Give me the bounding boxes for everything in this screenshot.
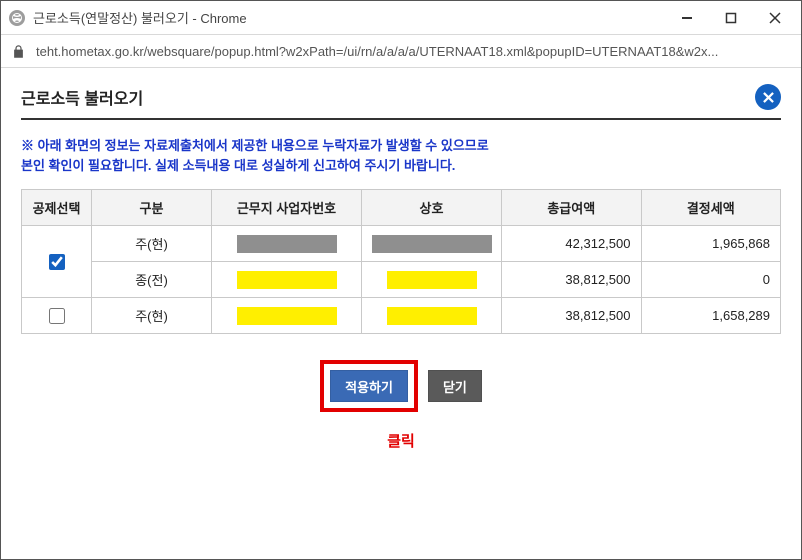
select-checkbox[interactable] (49, 308, 65, 324)
cell-pay: 38,812,500 (502, 262, 642, 298)
th-biz-no: 근무지 사업자번호 (212, 190, 362, 226)
cell-biz-no (212, 226, 362, 262)
window-title: 근로소득(연말정산) 불러오기 - Chrome (33, 8, 247, 27)
th-select: 공제선택 (22, 190, 92, 226)
th-pay: 총급여액 (502, 190, 642, 226)
cell-type: 종(전) (92, 262, 212, 298)
window-controls (665, 3, 797, 33)
click-annotation: 클릭 (21, 430, 781, 451)
cell-name (362, 262, 502, 298)
window-close-button[interactable] (753, 3, 797, 33)
footer-buttons: 적용하기 닫기 (21, 360, 781, 412)
cell-pay: 38,812,500 (502, 298, 642, 334)
masked-value (387, 271, 477, 289)
cell-tax: 0 (641, 262, 781, 298)
cell-tax: 1,965,868 (641, 226, 781, 262)
masked-value (237, 307, 337, 325)
window-minimize-button[interactable] (665, 3, 709, 33)
page-header: 근로소득 불러오기 (21, 84, 781, 120)
masked-value (387, 307, 477, 325)
window-maximize-button[interactable] (709, 3, 753, 33)
cell-name (362, 226, 502, 262)
cell-biz-no (212, 262, 362, 298)
url-bar: teht.hometax.go.kr/websquare/popup.html?… (1, 35, 801, 68)
table-row: 주(현) 42,312,500 1,965,868 (22, 226, 781, 262)
select-checkbox[interactable] (49, 254, 65, 270)
apply-highlight-box: 적용하기 (320, 360, 418, 412)
globe-icon (9, 10, 25, 26)
window-titlebar: 근로소득(연말정산) 불러오기 - Chrome (1, 1, 801, 35)
lock-icon (11, 44, 26, 59)
masked-value (372, 235, 492, 253)
table-header-row: 공제선택 구분 근무지 사업자번호 상호 총급여액 결정세액 (22, 190, 781, 226)
url-text[interactable]: teht.hometax.go.kr/websquare/popup.html?… (36, 44, 791, 59)
cell-select (22, 226, 92, 298)
titlebar-left: 근로소득(연말정산) 불러오기 - Chrome (9, 8, 247, 27)
table-row: 종(전) 38,812,500 0 (22, 262, 781, 298)
cell-select (22, 298, 92, 334)
table-row: 주(현) 38,812,500 1,658,289 (22, 298, 781, 334)
cell-type: 주(현) (92, 226, 212, 262)
masked-value (237, 271, 337, 289)
income-table: 공제선택 구분 근무지 사업자번호 상호 총급여액 결정세액 주(현) (21, 189, 781, 334)
popup-close-button[interactable] (755, 84, 781, 110)
apply-button[interactable]: 적용하기 (330, 370, 408, 402)
cell-type: 주(현) (92, 298, 212, 334)
notice-text: ※ 아래 화면의 정보는 자료제출처에서 제공한 내용으로 누락자료가 발생할 … (21, 136, 781, 175)
masked-value (237, 235, 337, 253)
notice-line-1: ※ 아래 화면의 정보는 자료제출처에서 제공한 내용으로 누락자료가 발생할 … (21, 138, 489, 153)
page-title: 근로소득 불러오기 (21, 85, 143, 109)
cell-pay: 42,312,500 (502, 226, 642, 262)
th-type: 구분 (92, 190, 212, 226)
th-tax: 결정세액 (641, 190, 781, 226)
close-button-wrap: 닫기 (428, 360, 482, 412)
cell-name (362, 298, 502, 334)
cell-tax: 1,658,289 (641, 298, 781, 334)
page-content: 근로소득 불러오기 ※ 아래 화면의 정보는 자료제출처에서 제공한 내용으로 … (1, 68, 801, 471)
close-button[interactable]: 닫기 (428, 370, 482, 402)
notice-line-2: 본인 확인이 필요합니다. 실제 소득내용 대로 성실하게 신고하여 주시기 바… (21, 158, 455, 173)
cell-biz-no (212, 298, 362, 334)
th-name: 상호 (362, 190, 502, 226)
